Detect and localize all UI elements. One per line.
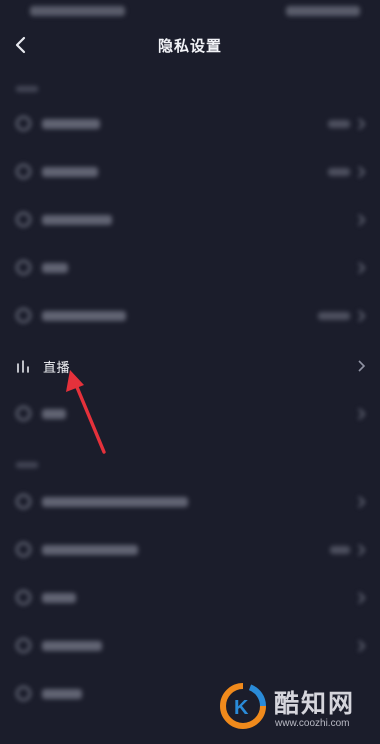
chevron-right-icon xyxy=(358,408,366,420)
chevron-right-icon xyxy=(358,640,366,652)
watermark: K 酷知网 www.coozhi.com xyxy=(218,680,378,740)
row-value-blurred xyxy=(330,546,350,554)
chevron-right-icon xyxy=(358,544,366,556)
row-icon-blurred xyxy=(16,212,32,228)
settings-row-label: 直播 xyxy=(43,361,71,376)
row-icon-blurred xyxy=(16,116,32,132)
settings-row-blurred[interactable] xyxy=(0,622,380,670)
row-icon-blurred xyxy=(16,590,32,606)
row-label-blurred xyxy=(42,689,82,699)
row-icon-blurred xyxy=(16,686,32,702)
row-icon-blurred xyxy=(16,164,32,180)
row-label-blurred xyxy=(42,497,188,507)
settings-row-blurred[interactable] xyxy=(0,390,380,438)
chevron-right-icon xyxy=(358,310,366,322)
row-icon-blurred xyxy=(16,308,32,324)
row-icon-blurred xyxy=(16,494,32,510)
status-bar-right-blurred xyxy=(286,6,360,16)
settings-row-blurred[interactable] xyxy=(0,526,380,574)
row-icon-blurred xyxy=(16,406,32,422)
settings-row-blurred[interactable] xyxy=(0,574,380,622)
row-value-blurred xyxy=(318,312,350,320)
chevron-right-icon xyxy=(358,214,366,226)
chevron-right-icon xyxy=(358,496,366,508)
chevron-right-icon xyxy=(358,262,366,274)
row-icon-blurred xyxy=(16,542,32,558)
settings-row-blurred[interactable] xyxy=(0,478,380,526)
chevron-right-icon xyxy=(358,592,366,604)
row-label-blurred xyxy=(42,311,126,321)
coozhi-logo-icon: K xyxy=(220,683,266,729)
row-label-blurred xyxy=(42,409,66,419)
row-label-blurred xyxy=(42,641,102,651)
bar-chart-icon xyxy=(17,360,29,373)
page-title: 隐私设置 xyxy=(157,37,222,55)
row-label-blurred xyxy=(42,593,76,603)
settings-row-blurred[interactable] xyxy=(0,196,380,244)
row-label-blurred xyxy=(42,215,112,225)
settings-row-blurred[interactable] xyxy=(0,244,380,292)
section-label-blurred xyxy=(16,86,38,92)
status-bar xyxy=(0,0,380,28)
settings-row-blurred[interactable] xyxy=(0,148,380,196)
row-label-blurred xyxy=(42,545,138,555)
settings-row-live[interactable]: 直播 xyxy=(0,342,380,390)
row-label-blurred xyxy=(42,119,100,129)
row-value-blurred xyxy=(328,168,350,176)
settings-row-blurred[interactable] xyxy=(0,100,380,148)
chevron-right-icon xyxy=(358,118,366,130)
status-bar-left-blurred xyxy=(30,6,125,16)
svg-text:K: K xyxy=(234,697,249,719)
row-value-blurred xyxy=(328,120,350,128)
section-label-blurred xyxy=(16,462,38,468)
row-label-blurred xyxy=(42,263,68,273)
chevron-right-icon xyxy=(358,166,366,178)
header: 隐私设置 xyxy=(0,28,380,64)
row-icon-blurred xyxy=(16,260,32,276)
watermark-url: www.coozhi.com xyxy=(275,718,350,729)
chevron-right-icon xyxy=(358,360,366,372)
settings-row-blurred[interactable] xyxy=(0,292,380,340)
row-icon-blurred xyxy=(16,638,32,654)
watermark-name: 酷知网 xyxy=(274,689,356,718)
row-label-blurred xyxy=(42,167,98,177)
